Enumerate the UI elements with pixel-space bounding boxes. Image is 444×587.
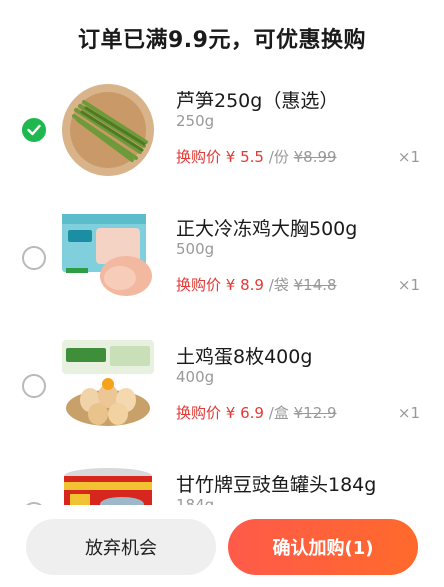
product-spec: 500g (176, 240, 215, 258)
quantity: ×1 (397, 404, 420, 422)
select-radio[interactable] (22, 246, 46, 270)
list-item[interactable]: 土鸡蛋8枚400g 400g 换购价 ¥ 6.9 /盒 ¥12.9 ×1 (0, 326, 444, 456)
product-spec: 400g (176, 368, 215, 386)
original-price: ¥8.99 (293, 148, 337, 166)
price-unit: /盒 (268, 404, 289, 422)
price-label: 换购价 (176, 404, 222, 422)
price-line: 换购价 ¥ 8.9 /袋 ¥14.8 (176, 274, 337, 295)
action-footer: 放弃机会 确认加购(1) (0, 505, 444, 587)
select-radio[interactable] (22, 118, 46, 142)
price-line: 换购价 ¥ 6.9 /盒 ¥12.9 (176, 402, 337, 423)
list-item[interactable]: 甘竹牌豆豉鱼罐头184g 184g (0, 454, 444, 510)
abandon-button[interactable]: 放弃机会 (26, 519, 216, 575)
product-name: 芦笋250g（惠选） (176, 90, 339, 112)
exchange-price: 5.5 (240, 148, 264, 166)
price-label: 换购价 (176, 276, 222, 294)
sheet-title: 订单已满9.9元，可优惠换购 (78, 28, 366, 53)
product-name: 甘竹牌豆豉鱼罐头184g (176, 474, 377, 496)
confirm-add-button[interactable]: 确认加购(1) (228, 519, 418, 575)
chicken-breast-image (60, 208, 156, 304)
quantity: ×1 (397, 276, 420, 294)
original-price: ¥14.8 (293, 276, 337, 294)
currency-symbol: ¥ (225, 148, 236, 166)
price-unit: /袋 (268, 276, 289, 294)
select-radio[interactable] (22, 374, 46, 398)
original-price: ¥12.9 (293, 404, 337, 422)
product-list: 芦笋250g（惠选） 250g 换购价 ¥ 5.5 /份 ¥8.99 ×1 正大… (0, 70, 444, 510)
product-name: 正大冷冻鸡大胸500g (176, 218, 358, 240)
price-unit: /份 (268, 148, 289, 166)
exchange-purchase-sheet: 订单已满9.9元，可优惠换购 芦笋250g（惠选） 250g 换购价 ¥ 5.5… (0, 0, 444, 587)
list-item[interactable]: 芦笋250g（惠选） 250g 换购价 ¥ 5.5 /份 ¥8.99 ×1 (0, 70, 444, 200)
exchange-price: 8.9 (240, 276, 264, 294)
eggs-image (60, 336, 156, 432)
product-name: 土鸡蛋8枚400g (176, 346, 313, 368)
asparagus-image (60, 80, 156, 176)
exchange-price: 6.9 (240, 404, 264, 422)
canned-fish-image (60, 464, 156, 510)
quantity: ×1 (397, 148, 420, 166)
product-spec: 250g (176, 112, 215, 130)
price-label: 换购价 (176, 148, 222, 166)
currency-symbol: ¥ (225, 404, 236, 422)
price-line: 换购价 ¥ 5.5 /份 ¥8.99 (176, 146, 337, 167)
currency-symbol: ¥ (225, 276, 236, 294)
check-icon (27, 124, 41, 136)
list-item[interactable]: 正大冷冻鸡大胸500g 500g 换购价 ¥ 8.9 /袋 ¥14.8 ×1 (0, 198, 444, 328)
